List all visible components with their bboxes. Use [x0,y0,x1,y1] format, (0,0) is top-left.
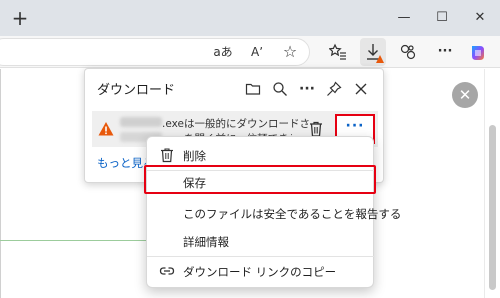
maximize-button[interactable]: ☐ [430,6,454,30]
search-icon[interactable] [269,78,291,100]
title-bar: + — ☐ ✕ [0,0,500,36]
close-icon[interactable] [350,78,372,100]
download-warning-icon [376,55,384,63]
scrollbar-thumb[interactable] [489,125,496,290]
filename-redacted [120,117,162,127]
downloads-title: ダウンロード [97,83,176,98]
favorite-star-icon[interactable]: ☆ [278,40,302,64]
downloads-button[interactable] [360,38,386,66]
menu-item-label: 詳細情報 [183,235,229,249]
menu-item-copy-link[interactable]: ダウンロード リンクのコピー [147,257,375,285]
settings-more-icon[interactable]: ··· [433,40,457,64]
new-tab-button[interactable]: + [8,6,32,30]
menu-item-label: 削除 [183,149,206,163]
menu-item-report-safe[interactable]: このファイルは安全であることを報告する [147,199,401,227]
browser-toolbar: aあ Aʼ ☆ ··· [0,36,500,68]
open-folder-icon[interactable] [242,78,264,100]
minimize-button[interactable]: — [392,6,416,30]
menu-item-label: このファイルは安全であることを報告する [183,207,402,221]
extensions-icon[interactable] [396,40,420,64]
page-divider-line [0,240,150,241]
menu-item-details[interactable]: 詳細情報 [147,227,375,255]
close-window-button[interactable]: ✕ [468,6,492,30]
save-highlight-frame [144,165,376,194]
menu-item-label: ダウンロード リンクのコピー [183,265,337,279]
pin-icon[interactable] [323,78,345,100]
more-options-icon[interactable]: ··· [296,78,318,100]
favorites-icon[interactable] [326,40,350,64]
read-aloud-icon[interactable]: Aʼ [245,40,269,64]
page-close-icon[interactable]: ✕ [452,82,478,108]
warning-icon [98,122,114,136]
immersive-reader-icon[interactable]: aあ [211,40,235,64]
download-warning-text: .exeは一般的にダウンロードされて [162,118,310,130]
link-icon [159,267,175,275]
copilot-icon[interactable] [466,40,490,64]
page-divider [0,69,1,298]
trash-icon [161,148,173,163]
download-context-menu: 削除 保存 このファイルは安全であることを報告する 詳細情報 ダウンロード リン… [146,136,401,288]
